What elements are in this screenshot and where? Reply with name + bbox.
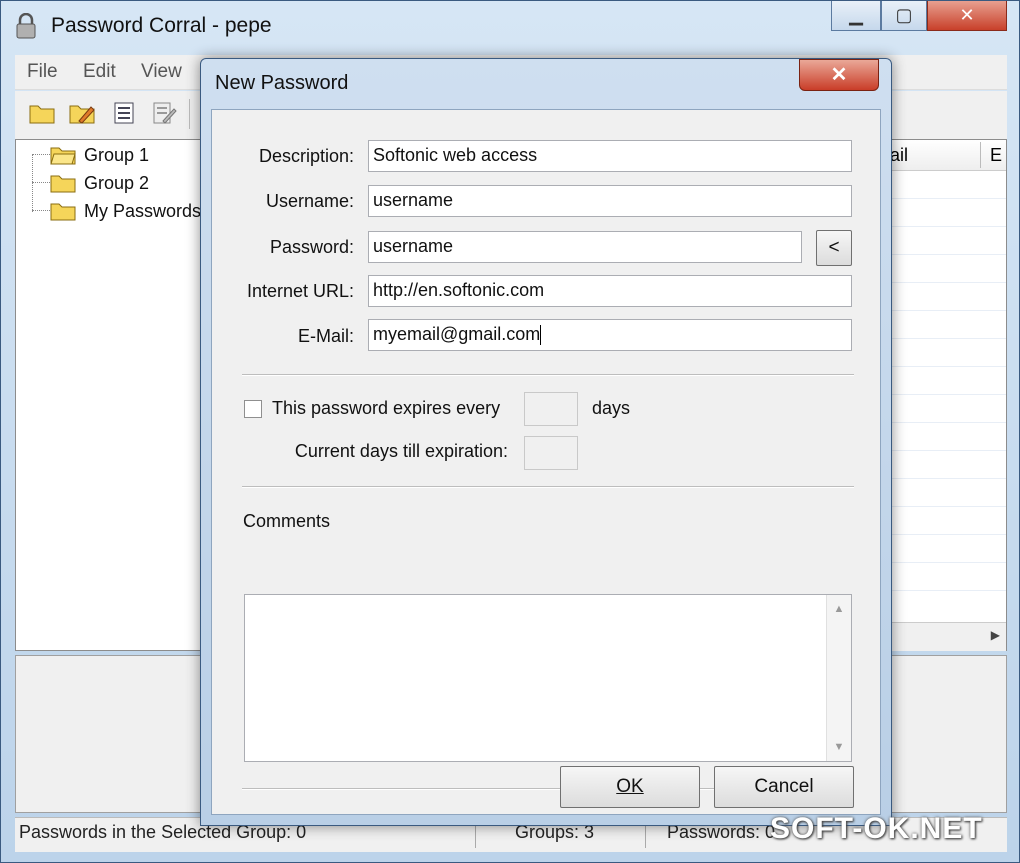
expires-checkbox[interactable] xyxy=(244,400,262,418)
tree-connector xyxy=(32,154,33,212)
username-label: Username: xyxy=(265,191,354,211)
folder-icon xyxy=(50,175,76,193)
list-row xyxy=(882,366,1006,367)
menu-edit[interactable]: Edit xyxy=(83,61,116,83)
tree-item-label: Group 2 xyxy=(84,172,150,193)
edit-entry-icon[interactable] xyxy=(151,101,177,125)
comments-scrollbar[interactable]: ▲ ▼ xyxy=(826,595,851,761)
menu-file[interactable]: File xyxy=(27,61,58,83)
dialog-body: Description: Softonic web access Usernam… xyxy=(211,109,881,815)
column-divider[interactable] xyxy=(980,142,981,168)
ok-button[interactable]: OK xyxy=(560,766,700,808)
separator xyxy=(242,486,854,488)
expires-label: This password expires every xyxy=(272,398,501,418)
url-label: Internet URL: xyxy=(246,281,354,301)
scroll-down-icon[interactable]: ▼ xyxy=(827,737,851,757)
list-row xyxy=(882,394,1006,395)
horizontal-scrollbar[interactable]: ▶ xyxy=(882,622,1006,651)
comments-label: Comments xyxy=(243,511,331,531)
tree-item-label: Group 1 xyxy=(84,144,150,165)
tree-item-my-passwords[interactable]: My Passwords xyxy=(50,199,201,223)
list-row xyxy=(882,282,1006,283)
list-row xyxy=(882,450,1006,451)
username-field[interactable]: username xyxy=(368,185,852,217)
dialog-title: New Password xyxy=(215,72,349,94)
folder-icon xyxy=(50,203,76,221)
current-days-label: Current days till expiration: xyxy=(294,441,508,461)
watermark-logo: SOFT-OK.NET xyxy=(770,812,983,845)
password-label: Password: xyxy=(269,237,354,257)
separator xyxy=(242,374,854,376)
tree-item-label: My Passwords xyxy=(84,200,202,221)
password-field[interactable]: username xyxy=(368,231,802,263)
show-password-button[interactable]: < xyxy=(816,230,852,266)
column-header-e[interactable]: E xyxy=(990,145,1002,166)
list-row xyxy=(882,338,1006,339)
list-row xyxy=(882,254,1006,255)
list-row xyxy=(882,534,1006,535)
email-field[interactable]: myemail@gmail.com xyxy=(368,319,852,351)
tree-connector xyxy=(32,154,50,155)
current-days-field xyxy=(524,436,578,470)
tree-connector xyxy=(32,210,50,211)
dialog-close-button[interactable]: ✕ xyxy=(799,59,879,91)
minimize-button[interactable]: ▁ xyxy=(831,1,881,31)
title-bar: Password Corral - pepe ▁ ▢ ✕ xyxy=(1,1,1019,51)
scroll-up-icon[interactable]: ▲ xyxy=(827,599,851,619)
maximize-button[interactable]: ▢ xyxy=(881,1,927,31)
description-label: Description: xyxy=(258,146,354,166)
menu-view[interactable]: View xyxy=(141,61,182,83)
list-row xyxy=(882,506,1006,507)
tree-connector xyxy=(32,182,50,183)
password-list: ail E ▶ xyxy=(881,139,1007,651)
list-header: ail E xyxy=(882,140,1006,171)
list-row xyxy=(882,590,1006,591)
list-icon[interactable] xyxy=(111,101,137,125)
email-value: myemail@gmail.com xyxy=(373,324,541,344)
open-folder-icon xyxy=(50,147,76,165)
comments-textarea[interactable]: ▲ ▼ xyxy=(244,594,852,762)
edit-folder-icon[interactable] xyxy=(69,101,95,125)
cancel-button[interactable]: Cancel xyxy=(714,766,854,808)
scroll-right-icon[interactable]: ▶ xyxy=(991,628,1000,642)
text-caret xyxy=(540,325,542,346)
column-header-email[interactable]: ail xyxy=(890,145,908,166)
expires-days-field[interactable] xyxy=(524,392,578,426)
app-title: Password Corral - pepe xyxy=(51,14,272,37)
list-row xyxy=(882,310,1006,311)
days-label: days xyxy=(592,398,631,418)
list-row xyxy=(882,198,1006,199)
open-folder-icon[interactable] xyxy=(29,101,55,125)
tree-item-group-1[interactable]: Group 1 xyxy=(50,143,149,167)
list-row xyxy=(882,478,1006,479)
email-label: E-Mail: xyxy=(297,326,354,346)
url-field[interactable]: http://en.softonic.com xyxy=(368,275,852,307)
toolbar-divider xyxy=(189,99,190,129)
list-row xyxy=(882,226,1006,227)
close-window-button[interactable]: ✕ xyxy=(927,1,1007,31)
list-row xyxy=(882,562,1006,563)
group-tree: Group 1 Group 2 My Passwords xyxy=(15,139,205,651)
tree-item-group-2[interactable]: Group 2 xyxy=(50,171,149,195)
lock-icon xyxy=(16,13,36,39)
list-row xyxy=(882,422,1006,423)
new-password-dialog: New Password ✕ Description: Softonic web… xyxy=(200,58,892,826)
description-field[interactable]: Softonic web access xyxy=(368,140,852,172)
